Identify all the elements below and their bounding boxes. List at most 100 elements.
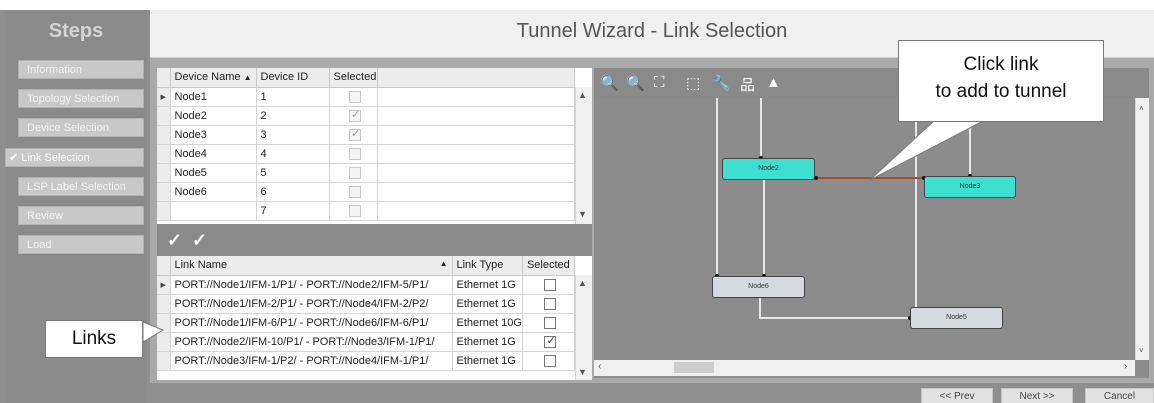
- graph-horizontal-scrollbar[interactable]: ‹ ›: [594, 360, 1135, 376]
- cancel-button[interactable]: Cancel: [1085, 388, 1154, 403]
- scroll-up-icon[interactable]: ˄: [1139, 104, 1144, 113]
- check-icon: ✔: [9, 152, 19, 164]
- scroll-down-icon[interactable]: ▼: [578, 209, 587, 219]
- selected-checkbox[interactable]: [349, 108, 361, 122]
- step-link-selection[interactable]: ✔ Link Selection: [5, 148, 144, 167]
- column-selected[interactable]: Selected: [522, 256, 575, 276]
- link-name-cell: PORT://Node3/IFM-1/P2/ - PORT://Node4/IF…: [170, 351, 453, 371]
- wizard-window: Steps Information Topology Selection Dev…: [0, 0, 1154, 403]
- scroll-thumb[interactable]: [674, 362, 714, 373]
- filler-cell: [377, 106, 575, 126]
- step-review[interactable]: Review: [18, 206, 144, 225]
- step-label: Load: [27, 239, 52, 251]
- scroll-up-icon[interactable]: ▲: [578, 278, 587, 288]
- node-node5[interactable]: Node5: [910, 307, 1003, 329]
- step-lsp-label-selection[interactable]: LSP Label Selection: [18, 177, 144, 196]
- column-link-name[interactable]: Link Name ▲: [170, 256, 453, 276]
- scroll-right-icon[interactable]: ›: [1124, 361, 1127, 372]
- device-table: Device Name ▲ Device ID Selected ▶ Node1…: [157, 68, 592, 224]
- table-row[interactable]: ▶ PORT://Node1/IFM-1/P1/ - PORT://Node2/…: [157, 275, 575, 295]
- table-row[interactable]: Node2 2: [157, 106, 575, 126]
- sort-asc-icon: ▲: [243, 73, 252, 83]
- selected-cell: [522, 275, 575, 295]
- selected-checkbox[interactable]: [544, 297, 557, 310]
- deselect-all-links-icon[interactable]: ✓: [192, 230, 207, 251]
- device-name-cell: [170, 201, 257, 221]
- column-label: Selected: [333, 71, 377, 84]
- node-node2[interactable]: Node2: [722, 158, 815, 180]
- prev-button[interactable]: << Prev: [921, 388, 993, 403]
- step-label: LSP Label Selection: [27, 181, 126, 193]
- table-row[interactable]: 7: [157, 201, 575, 221]
- scroll-left-icon[interactable]: ‹: [598, 361, 601, 372]
- selected-checkbox[interactable]: [349, 147, 361, 160]
- step-label: Review: [27, 210, 64, 222]
- filler-cell: [377, 163, 575, 183]
- table-row[interactable]: PORT://Node3/IFM-1/P2/ - PORT://Node4/IF…: [157, 351, 575, 371]
- table-row[interactable]: Node4 4: [157, 144, 575, 164]
- selected-checkbox[interactable]: [349, 166, 361, 179]
- table-row[interactable]: PORT://Node1/IFM-2/P1/ - PORT://Node4/IF…: [157, 294, 575, 314]
- selected-checkbox[interactable]: [544, 334, 557, 348]
- scroll-up-icon[interactable]: ▲: [578, 90, 587, 100]
- filler-cell: [377, 125, 575, 145]
- table-row[interactable]: Node6 6: [157, 182, 575, 202]
- selected-cell: [329, 125, 378, 145]
- node-node3[interactable]: Node3: [924, 176, 1016, 198]
- device-id-cell: 3: [256, 125, 330, 145]
- links-callout: Links: [45, 320, 143, 358]
- row-header-corner: [157, 256, 171, 276]
- selected-checkbox[interactable]: [544, 278, 557, 291]
- node-node6[interactable]: Node6: [712, 276, 805, 298]
- select-all-links-icon[interactable]: ✓: [167, 230, 182, 251]
- table-row[interactable]: PORT://Node2/IFM-10/P1/ - PORT://Node3/I…: [157, 332, 575, 352]
- steps-title: Steps: [48, 20, 104, 42]
- column-device-id[interactable]: Device ID: [256, 68, 330, 88]
- device-id-cell: 1: [256, 87, 330, 107]
- device-id-cell: 5: [256, 163, 330, 183]
- graph-vertical-scrollbar[interactable]: ˄ ˅: [1135, 98, 1149, 360]
- selected-checkbox[interactable]: [349, 185, 361, 198]
- step-information[interactable]: Information: [18, 60, 144, 79]
- step-topology-selection[interactable]: Topology Selection: [18, 89, 144, 108]
- link-table-scrollbar[interactable]: ▲ ▼: [575, 275, 592, 380]
- device-id-cell: 4: [256, 144, 330, 164]
- top-border: [0, 0, 1154, 10]
- row-header: [157, 201, 171, 221]
- device-table-scrollbar[interactable]: ▲ ▼: [575, 87, 592, 224]
- graph-link[interactable]: [759, 296, 910, 319]
- device-id-cell: 6: [256, 182, 330, 202]
- link-name-cell: PORT://Node2/IFM-10/P1/ - PORT://Node3/I…: [170, 332, 453, 352]
- step-load[interactable]: Load: [18, 235, 144, 254]
- scroll-down-icon[interactable]: ˅: [1139, 346, 1144, 355]
- link-type-cell: Ethernet 1G: [452, 294, 523, 314]
- table-row[interactable]: Node3 3: [157, 125, 575, 145]
- device-name-cell: Node2: [170, 106, 257, 126]
- selected-checkbox[interactable]: [349, 204, 361, 217]
- selected-checkbox[interactable]: [544, 354, 557, 367]
- step-label: Information: [27, 64, 83, 76]
- selected-checkbox[interactable]: [349, 127, 361, 141]
- step-label: Device Selection: [27, 122, 109, 134]
- link-toolbar: ✓ ✓: [157, 224, 592, 256]
- table-row[interactable]: ▶ Node1 1: [157, 87, 575, 107]
- selected-checkbox[interactable]: [349, 90, 361, 103]
- link-name-cell: PORT://Node1/IFM-2/P1/ - PORT://Node4/IF…: [170, 294, 453, 314]
- selected-cell: [329, 163, 378, 183]
- table-row[interactable]: PORT://Node1/IFM-6/P1/ - PORT://Node6/IF…: [157, 313, 575, 333]
- column-label: Link Name: [174, 259, 228, 272]
- link-name-cell: PORT://Node1/IFM-1/P1/ - PORT://Node2/IF…: [170, 275, 453, 295]
- device-id-cell: 7: [256, 201, 330, 221]
- link-type-cell: Ethernet 1G: [452, 351, 523, 371]
- column-selected[interactable]: Selected: [329, 68, 378, 88]
- selected-cell: [522, 294, 575, 314]
- next-button[interactable]: Next >>: [1001, 388, 1073, 403]
- scroll-down-icon[interactable]: ▼: [578, 367, 587, 377]
- click-link-callout: Click link to add to tunnel: [898, 40, 1104, 122]
- column-device-name[interactable]: Device Name ▲: [170, 68, 257, 88]
- selected-checkbox[interactable]: [544, 316, 557, 329]
- table-row[interactable]: Node5 5: [157, 163, 575, 183]
- step-device-selection[interactable]: Device Selection: [18, 118, 144, 137]
- column-link-type[interactable]: Link Type: [452, 256, 523, 276]
- step-label: Topology Selection: [27, 93, 120, 105]
